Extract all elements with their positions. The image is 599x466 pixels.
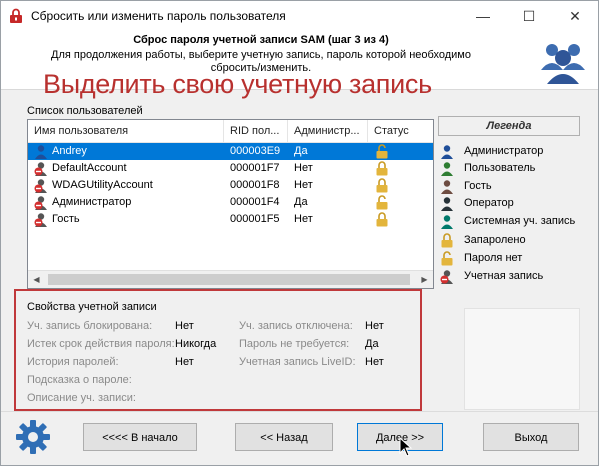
maximize-button[interactable]: ☐: [506, 1, 552, 31]
app-lock-icon: [10, 8, 22, 23]
user-admin: Нет: [294, 179, 313, 191]
mouse-cursor-icon: [399, 437, 413, 457]
legend-label: Пароля нет: [464, 252, 523, 264]
user-name: WDAGUtilityAccount: [52, 179, 153, 191]
minimize-button[interactable]: —: [460, 1, 506, 31]
users-list-header: Имя пользователя RID пол... Администр...…: [28, 120, 433, 143]
disabled-account-icon: [440, 270, 453, 284]
user-name: DefaultAccount: [52, 162, 127, 174]
exit-button[interactable]: Выход: [483, 423, 579, 451]
locked-lock-icon: [376, 178, 388, 193]
user-name: Andrey: [52, 145, 87, 157]
annotation-select-account: Выделить свою учетную запись: [43, 69, 432, 99]
footer-divider: [1, 411, 598, 412]
details-side-panel: [464, 308, 580, 410]
legend-label: Системная уч. запись: [464, 215, 576, 227]
user-admin: Нет: [294, 162, 313, 174]
window-title: Сбросить или изменить пароль пользовател…: [31, 9, 286, 23]
user-row-guest[interactable]: Гость 000001F5 Нет: [28, 211, 433, 228]
user-name: Администратор: [52, 196, 132, 208]
user-rid: 000001F8: [230, 179, 280, 191]
title-bar: Сбросить или изменить пароль пользовател…: [1, 1, 598, 31]
unlocked-lock-icon: [376, 195, 388, 210]
locked-lock-icon: [376, 212, 388, 227]
user-rid: 000001F7: [230, 162, 280, 174]
legend-label: Пользователь: [464, 162, 536, 174]
users-list[interactable]: Имя пользователя RID пол... Администр...…: [27, 119, 434, 289]
users-group-icon: [541, 44, 585, 84]
user-icon: [441, 162, 453, 176]
legend-label: Администратор: [464, 145, 544, 157]
user-admin: Нет: [294, 213, 313, 225]
disabled-user-icon: [34, 213, 47, 227]
legend-title: Легенда: [438, 116, 580, 136]
user-rid: 000003E9: [230, 145, 281, 157]
user-rid: 000001F4: [230, 196, 280, 208]
no-password-lock-icon: [441, 251, 453, 266]
column-username[interactable]: Имя пользователя: [28, 120, 224, 142]
scroll-left-arrow-icon[interactable]: ◀: [28, 271, 45, 288]
legend-label: Учетная запись: [464, 270, 544, 282]
user-row-andrey[interactable]: Andrey 000003E9 Да: [28, 143, 433, 160]
scroll-thumb[interactable]: [48, 274, 410, 285]
reset-password-window: Сбросить или изменить пароль пользовател…: [0, 0, 599, 466]
operator-icon: [441, 197, 453, 211]
legend-label: Оператор: [464, 197, 514, 209]
legend-label: Запаролено: [464, 234, 526, 246]
admin-user-icon: [35, 145, 47, 159]
disabled-user-icon: [34, 196, 47, 210]
disabled-user-icon: [34, 162, 47, 176]
system-account-icon: [441, 215, 453, 229]
user-row-defaultaccount[interactable]: DefaultAccount 000001F7 Нет: [28, 160, 433, 177]
user-admin: Да: [294, 145, 308, 157]
user-row-wdagutilityaccount[interactable]: WDAGUtilityAccount 000001F8 Нет: [28, 177, 433, 194]
unlocked-lock-icon: [376, 144, 388, 159]
disabled-user-icon: [34, 179, 47, 193]
locked-lock-icon: [376, 161, 388, 176]
user-row-administrator[interactable]: Администратор 000001F4 Да: [28, 194, 433, 211]
guest-icon: [441, 180, 453, 194]
users-group-label: Список пользователей: [27, 105, 143, 117]
close-button[interactable]: ✕: [552, 1, 598, 31]
admin-icon: [441, 145, 453, 159]
scroll-right-arrow-icon[interactable]: ▶: [416, 271, 433, 288]
settings-gear-icon[interactable]: [13, 417, 53, 457]
back-button[interactable]: << Назад: [235, 423, 333, 451]
legend-label: Гость: [464, 180, 492, 192]
user-admin: Да: [294, 196, 308, 208]
users-group: Список пользователей Имя пользователя RI…: [21, 105, 434, 289]
user-name: Гость: [52, 213, 80, 225]
horizontal-scrollbar[interactable]: ◀ ▶: [28, 270, 433, 288]
annotation-highlight-frame: [14, 289, 422, 411]
password-set-lock-icon: [441, 233, 453, 248]
column-rid[interactable]: RID пол...: [224, 120, 288, 142]
user-rid: 000001F5: [230, 213, 280, 225]
column-admin[interactable]: Администр...: [288, 120, 368, 142]
step-title: Сброс пароля учетной записи SAM (шаг 3 и…: [133, 34, 389, 46]
column-status[interactable]: Статус: [368, 120, 433, 142]
start-button[interactable]: <<<< В начало: [83, 423, 197, 451]
